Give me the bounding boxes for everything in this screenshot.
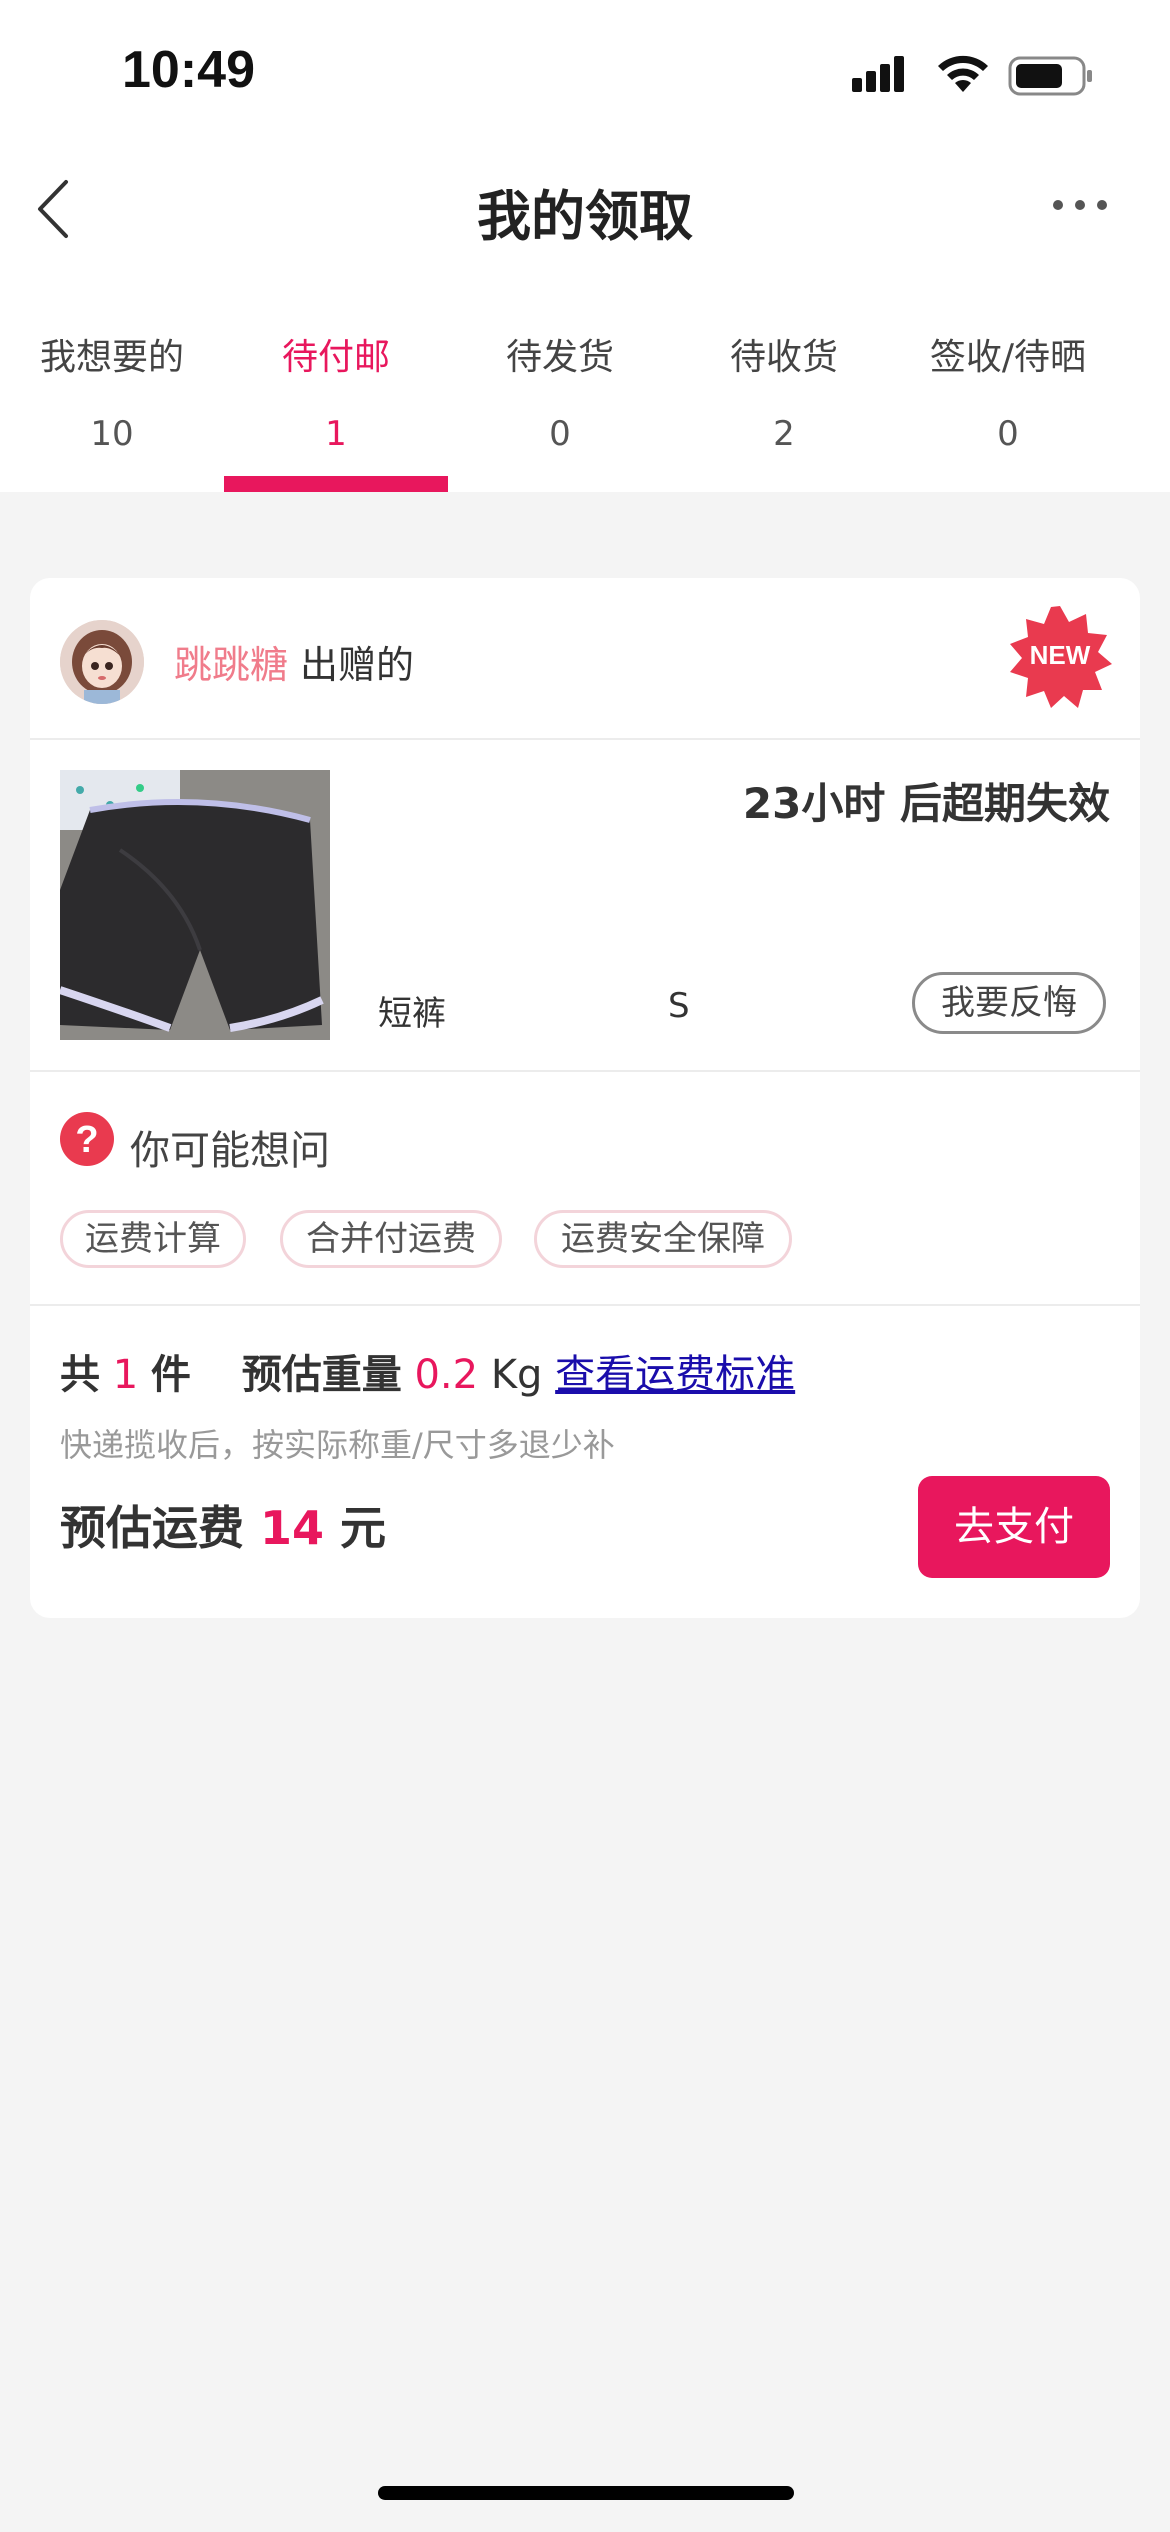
svg-text:?: ? <box>75 1119 98 1161</box>
tab-count: 10 <box>90 414 134 454</box>
count-prefix: 共 <box>60 1352 100 1398</box>
shipping-note: 快递揽收后，按实际称重/尺寸多退少补 <box>60 1426 615 1464</box>
avatar-illustration <box>60 620 144 704</box>
faq-chip-shipping-protection[interactable]: 运费安全保障 <box>534 1210 792 1268</box>
tab-label: 待付邮 <box>281 337 390 378</box>
tab-wanted[interactable]: 我想要的 10 <box>0 270 224 492</box>
tab-awaiting-receipt[interactable]: 待收货 2 <box>672 270 896 492</box>
weight-unit: Kg <box>490 1352 543 1398</box>
new-badge: NEW <box>1010 606 1112 708</box>
summary-line: 共 1 件 预估重量 0.2 Kg 查看运费标准 <box>60 1342 795 1400</box>
expire-countdown: 23小时 后超期失效 <box>742 779 1110 828</box>
tab-count: 2 <box>773 414 795 454</box>
product-name: 短裤 <box>378 994 446 1034</box>
tab-awaiting-postage[interactable]: 待付邮 1 <box>224 270 448 492</box>
item-count: 1 <box>112 1352 139 1398</box>
avatar[interactable] <box>60 620 144 704</box>
active-tab-indicator <box>224 476 448 492</box>
faq-chip-shipping-calc[interactable]: 运费计算 <box>60 1210 246 1268</box>
tab-count: 1 <box>325 414 347 454</box>
order-status-tabs: 我想要的 10 待付邮 1 待发货 0 待收货 2 签收/待晒 0 <box>0 270 1170 492</box>
tab-count: 0 <box>997 414 1019 454</box>
wifi-icon <box>938 55 988 92</box>
shipping-summary: 共 1 件 预估重量 0.2 Kg 查看运费标准 快递揽收后，按实际称重/尺寸多… <box>30 1306 1140 1618</box>
tab-label: 待发货 <box>505 337 614 378</box>
cellular-signal-icon <box>852 56 904 92</box>
product-image[interactable] <box>60 770 330 1040</box>
battery-icon <box>1008 56 1092 96</box>
shipping-standard-link[interactable]: 查看运费标准 <box>555 1352 795 1398</box>
regret-button[interactable]: 我要反悔 <box>912 972 1106 1034</box>
fee-label: 预估运费 <box>60 1501 244 1555</box>
tab-count: 0 <box>549 414 571 454</box>
seller-suffix: 出赠的 <box>300 643 415 687</box>
fee-unit: 元 <box>340 1501 387 1555</box>
order-card: 跳跳糖 出赠的 NEW 23小时 后超期失效 短裤 S 我要反悔 ? 你可能想问… <box>30 578 1140 1618</box>
count-unit: 件 <box>150 1352 191 1398</box>
tab-label: 我想要的 <box>39 337 184 378</box>
status-bar: 10:49 <box>0 0 1170 150</box>
seller-row[interactable]: 跳跳糖 出赠的 NEW <box>30 578 1140 738</box>
more-horizontal-icon[interactable] <box>1050 190 1110 220</box>
page-title: 我的领取 <box>477 185 693 248</box>
weight-label: 预估重量 <box>241 1352 402 1398</box>
tab-received-review[interactable]: 签收/待晒 0 <box>896 270 1120 492</box>
faq-title: 你可能想问 <box>130 1128 330 1174</box>
product-row[interactable]: 23小时 后超期失效 短裤 S 我要反悔 <box>30 740 1140 1070</box>
seller-name[interactable]: 跳跳糖 <box>174 634 288 689</box>
faq-section: ? 你可能想问 运费计算 合并付运费 运费安全保障 <box>30 1072 1140 1304</box>
nav-bar: 我的领取 <box>0 150 1170 270</box>
fee-value: 14 <box>260 1501 325 1555</box>
tab-awaiting-shipment[interactable]: 待发货 0 <box>448 270 672 492</box>
product-size: S <box>668 986 690 1026</box>
faq-chip-combine-shipping[interactable]: 合并付运费 <box>280 1210 502 1268</box>
tab-label: 待收货 <box>729 337 838 378</box>
home-indicator <box>378 2486 794 2500</box>
new-badge-text: NEW <box>1030 640 1091 670</box>
tab-label: 签收/待晒 <box>929 337 1087 378</box>
question-circle-icon: ? <box>60 1112 114 1166</box>
shorts-photo <box>60 770 330 1040</box>
status-time: 10:49 <box>122 41 255 99</box>
estimated-fee: 预估运费 14 元 <box>60 1492 386 1558</box>
weight-value: 0.2 <box>414 1352 479 1398</box>
pay-button[interactable]: 去支付 <box>918 1476 1110 1578</box>
